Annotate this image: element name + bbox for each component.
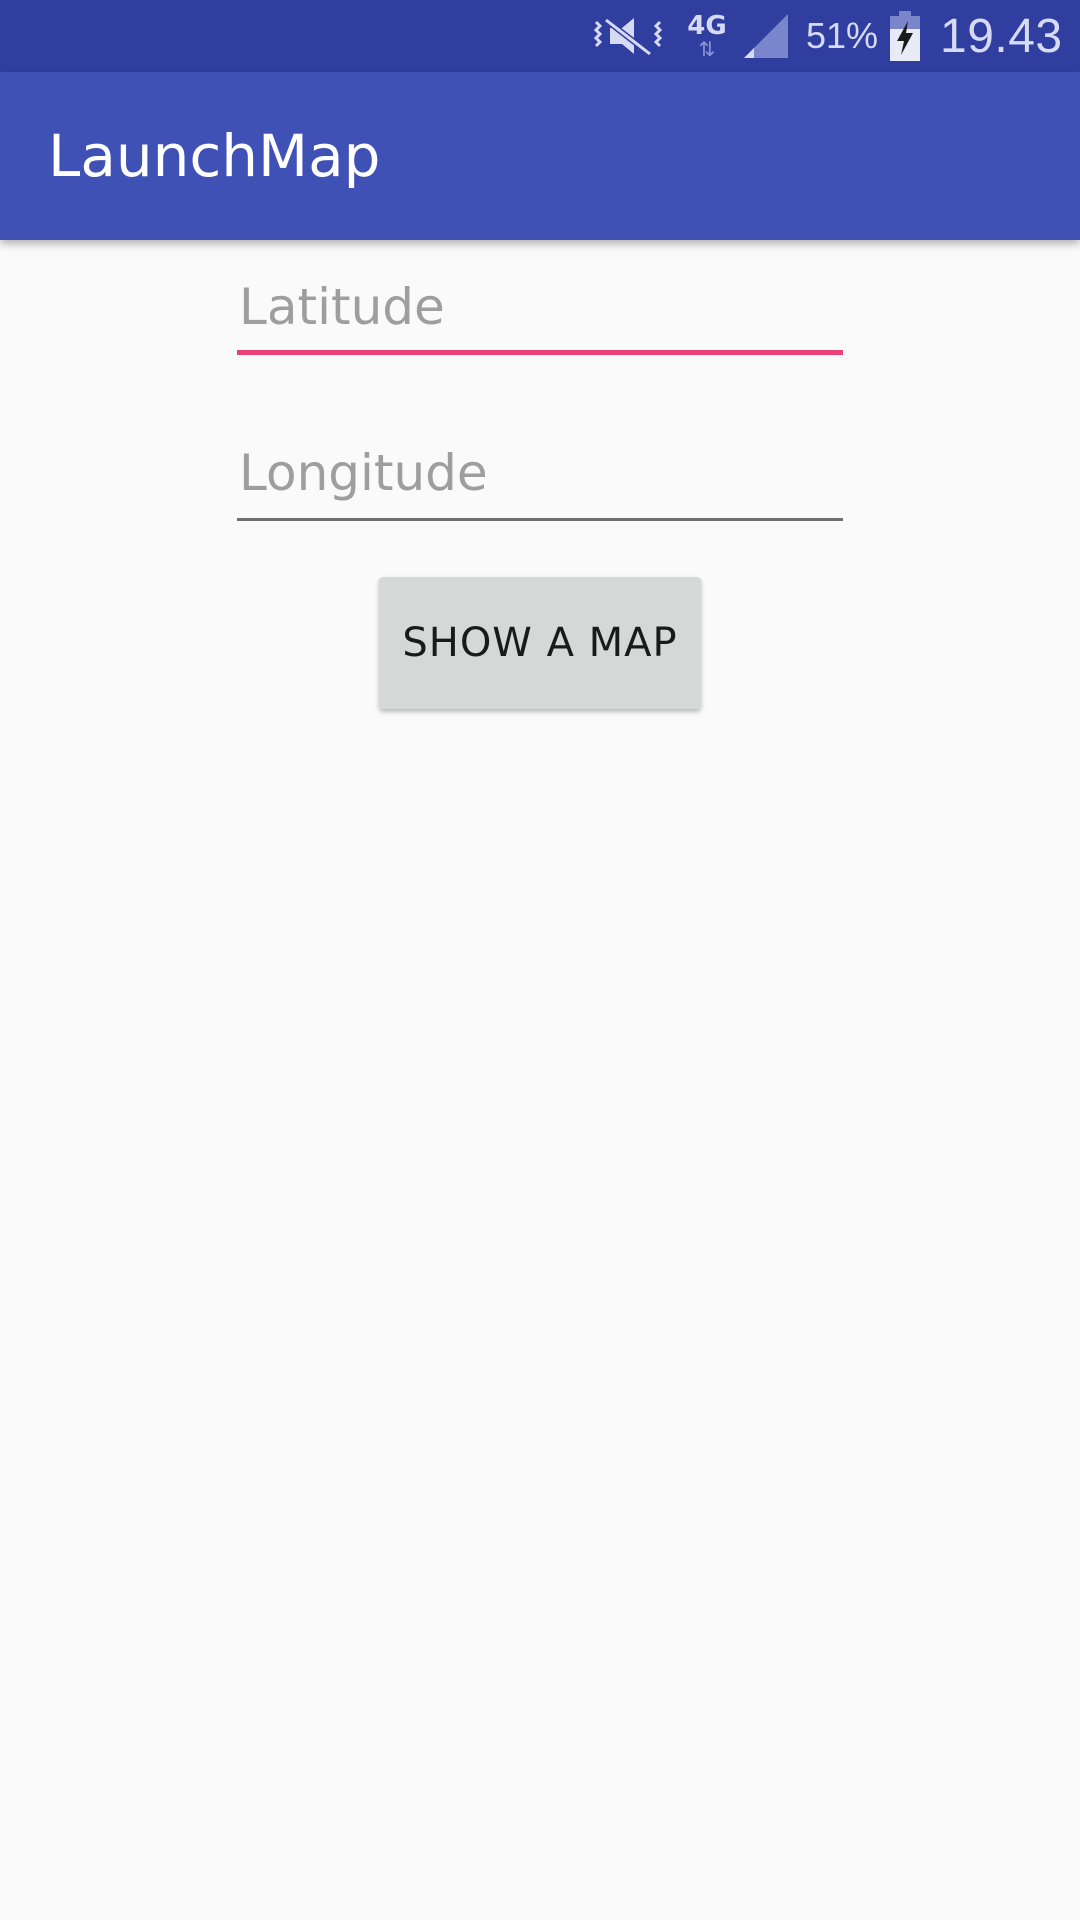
latitude-input[interactable] [237, 272, 843, 342]
latitude-underline [237, 350, 843, 355]
longitude-input[interactable] [237, 438, 843, 508]
vibrate-mute-icon [592, 0, 668, 72]
battery-percent: 51% [806, 15, 879, 56]
status-bar: 4G ⇅ 51% 19.43 [0, 0, 1080, 72]
longitude-underline [237, 518, 843, 521]
show-map-button[interactable]: SHOW A MAP [379, 577, 701, 709]
network-4g-icon: 4G ⇅ [684, 0, 730, 72]
latitude-field [237, 272, 843, 355]
signal-icon [740, 0, 792, 72]
data-arrows-icon: ⇅ [698, 37, 716, 61]
longitude-field [237, 438, 843, 521]
app-bar: LaunchMap [0, 72, 1080, 240]
app-title: LaunchMap [48, 122, 381, 190]
battery-charging-icon [890, 0, 920, 72]
network-type-label: 4G [687, 11, 727, 41]
clock: 19.43 [940, 9, 1063, 63]
